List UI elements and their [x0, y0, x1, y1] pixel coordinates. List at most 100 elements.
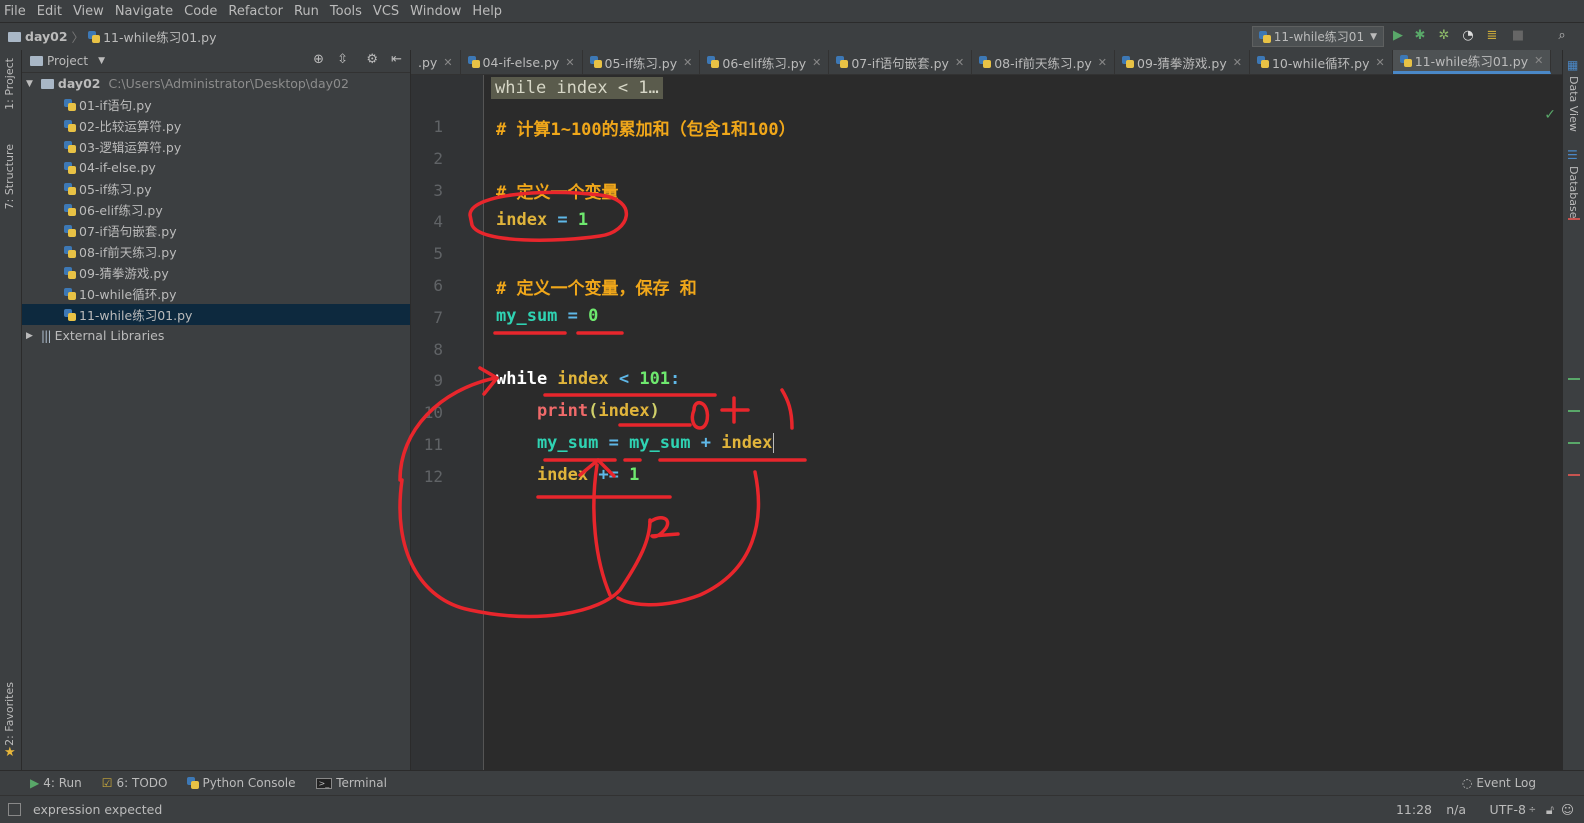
code-line-6[interactable]: # 定义一个变量，保存 和 — [496, 274, 697, 299]
code-operator: < — [608, 369, 640, 389]
inspector-icon[interactable]: ☺ — [1561, 802, 1574, 817]
code-line-11[interactable]: my_sum = my_sum + index — [496, 433, 785, 453]
debug-icon[interactable]: ✱ — [1412, 28, 1428, 44]
close-icon[interactable]: ✕ — [1233, 56, 1242, 69]
chevron-right-icon[interactable]: ▶ — [26, 331, 33, 341]
menu-view[interactable]: View — [73, 4, 104, 19]
encoding-status[interactable]: UTF-8 — [1490, 802, 1526, 817]
profile-icon[interactable]: ◔ — [1460, 28, 1476, 44]
locate-icon[interactable]: ⊕ — [313, 52, 324, 67]
editor-tab[interactable]: .py ✕ — [411, 50, 461, 74]
stop-icon[interactable]: ■ — [1510, 28, 1526, 44]
todo-tool-button[interactable]: ☑ 6: TODO — [102, 776, 168, 790]
menu-tools[interactable]: Tools — [330, 4, 362, 19]
python-file-icon — [1399, 54, 1412, 67]
event-log-button[interactable]: ◌ Event Log — [1462, 776, 1536, 790]
menu-navigate[interactable]: Navigate — [115, 4, 173, 19]
tree-file-item[interactable]: 05-if练习.py — [22, 178, 410, 199]
menu-vcs[interactable]: VCS — [373, 4, 399, 19]
status-toggle-icon[interactable] — [8, 803, 21, 816]
tree-file-item[interactable]: 09-猜拳游戏.py — [22, 262, 410, 283]
editor-tab[interactable]: 04-if-else.py ✕ — [461, 50, 583, 74]
tree-file-item[interactable]: 11-while练习01.py — [22, 304, 410, 325]
tree-file-item[interactable]: 07-if语句嵌套.py — [22, 220, 410, 241]
hide-icon[interactable]: ⇤ — [391, 52, 402, 67]
tree-root[interactable]: ▼ day02 C:\Users\Administrator\Desktop\d… — [22, 73, 410, 94]
tree-file-item[interactable]: 08-if前天练习.py — [22, 241, 410, 262]
line-number: 7 — [433, 307, 443, 327]
editor-tab[interactable]: 06-elif练习.py ✕ — [700, 50, 830, 74]
python-file-icon — [589, 56, 602, 68]
code-line-7[interactable]: my_sum = 0 — [496, 306, 598, 326]
close-icon[interactable]: ✕ — [1375, 56, 1384, 69]
collapse-icon[interactable]: ⇳ — [337, 52, 348, 67]
tool-tab-project[interactable]: 1: Project — [3, 58, 16, 110]
close-icon[interactable]: ✕ — [812, 56, 821, 69]
gear-icon[interactable]: ⚙ — [366, 52, 378, 67]
run-tool-button[interactable]: ▶ 4: Run — [30, 776, 82, 790]
code-comment: # 定义一个变量 — [496, 183, 619, 203]
caret-position[interactable]: 11:28 — [1396, 802, 1432, 817]
close-icon[interactable]: ✕ — [955, 56, 964, 69]
change-stripe-mark[interactable] — [1568, 378, 1580, 380]
editor-tab[interactable]: 10-while循环.py ✕ — [1250, 50, 1393, 74]
editor-tab[interactable]: 09-猜拳游戏.py ✕ — [1115, 50, 1250, 74]
concurrency-icon[interactable]: ≣ — [1484, 28, 1500, 44]
tree-file-item[interactable]: 04-if-else.py — [22, 157, 410, 178]
run-configuration-select[interactable]: 11-while练习01 ▼ — [1251, 26, 1384, 47]
close-icon[interactable]: ✕ — [565, 56, 574, 69]
code-variable: index — [721, 433, 773, 453]
project-panel-title[interactable]: Project — [47, 54, 88, 68]
close-icon[interactable]: ✕ — [1534, 54, 1543, 67]
code-editor[interactable]: 1 2 3 4 5 6 7 8 9 10 11 12 while index < 1… # 计算1~1… — [411, 75, 1562, 770]
python-console-button[interactable]: Python Console — [187, 776, 296, 790]
menu-run[interactable]: Run — [294, 4, 319, 19]
change-stripe-mark[interactable] — [1568, 410, 1580, 412]
menu-file[interactable]: File — [4, 4, 26, 19]
todo-tool-label: 6: TODO — [116, 776, 168, 790]
menu-refactor[interactable]: Refactor — [228, 4, 283, 19]
close-icon[interactable]: ✕ — [443, 56, 452, 69]
tree-file-item[interactable]: 03-逻辑运算符.py — [22, 136, 410, 157]
code-line-3[interactable]: # 定义一个变量 — [496, 178, 618, 203]
error-stripe-mark[interactable] — [1568, 474, 1580, 476]
tree-external-libraries[interactable]: ▶ ||| External Libraries — [22, 325, 410, 346]
tree-file-item[interactable]: 02-比较运算符.py — [22, 115, 410, 136]
chevron-down-icon[interactable]: ▼ — [98, 56, 105, 66]
lock-icon[interactable]: 🔓︎ — [1546, 802, 1554, 818]
error-stripe-mark[interactable] — [1568, 218, 1580, 220]
change-stripe-mark[interactable] — [1568, 442, 1580, 444]
code-line-1[interactable]: # 计算1~100的累加和（包含1和100） — [496, 115, 796, 140]
editor-tab[interactable]: 11-while练习01.py ✕ — [1392, 50, 1552, 74]
tree-file-item[interactable]: 10-while循环.py — [22, 283, 410, 304]
editor-tab[interactable]: 05-if练习.py ✕ — [583, 50, 701, 74]
close-icon[interactable]: ✕ — [1098, 56, 1107, 69]
coverage-icon[interactable]: ✲ — [1436, 28, 1452, 44]
breadcrumb-project[interactable]: day02 — [25, 29, 68, 44]
run-icon[interactable]: ▶ — [1390, 28, 1406, 44]
tool-tab-database[interactable]: Database — [1567, 166, 1580, 219]
tree-file-item[interactable]: 01-if语句.py — [22, 94, 410, 115]
tool-tab-structure[interactable]: 7: Structure — [3, 144, 16, 209]
code-line-4[interactable]: index = 1 — [496, 210, 588, 230]
tool-tab-favorites[interactable]: 2: Favorites — [3, 682, 16, 746]
code-line-12[interactable]: index += 1 — [496, 465, 639, 485]
menu-window[interactable]: Window — [410, 4, 461, 19]
chevron-down-icon[interactable]: ▼ — [26, 79, 33, 89]
line-number: 2 — [433, 148, 443, 168]
menu-code[interactable]: Code — [184, 4, 217, 19]
breadcrumb-file[interactable]: 11-while练习01.py — [103, 27, 216, 46]
terminal-button[interactable]: >_ Terminal — [315, 776, 387, 790]
editor-tab[interactable]: 07-if语句嵌套.py ✕ — [829, 50, 973, 74]
tool-tab-data-view[interactable]: Data View — [1567, 76, 1580, 132]
tree-file-item[interactable]: 06-elif练习.py — [22, 199, 410, 220]
editor-tab[interactable]: 08-if前天练习.py ✕ — [972, 50, 1116, 74]
code-line-10[interactable]: print(index) — [496, 401, 660, 421]
python-file-icon — [1258, 30, 1271, 43]
code-line-9[interactable]: while index < 101: — [496, 369, 680, 389]
menu-help[interactable]: Help — [472, 4, 502, 19]
line-separator-status[interactable]: n/a — [1446, 802, 1466, 817]
close-icon[interactable]: ✕ — [683, 56, 692, 69]
search-icon[interactable]: ⌕ — [1554, 28, 1570, 44]
menu-edit[interactable]: Edit — [37, 4, 62, 19]
